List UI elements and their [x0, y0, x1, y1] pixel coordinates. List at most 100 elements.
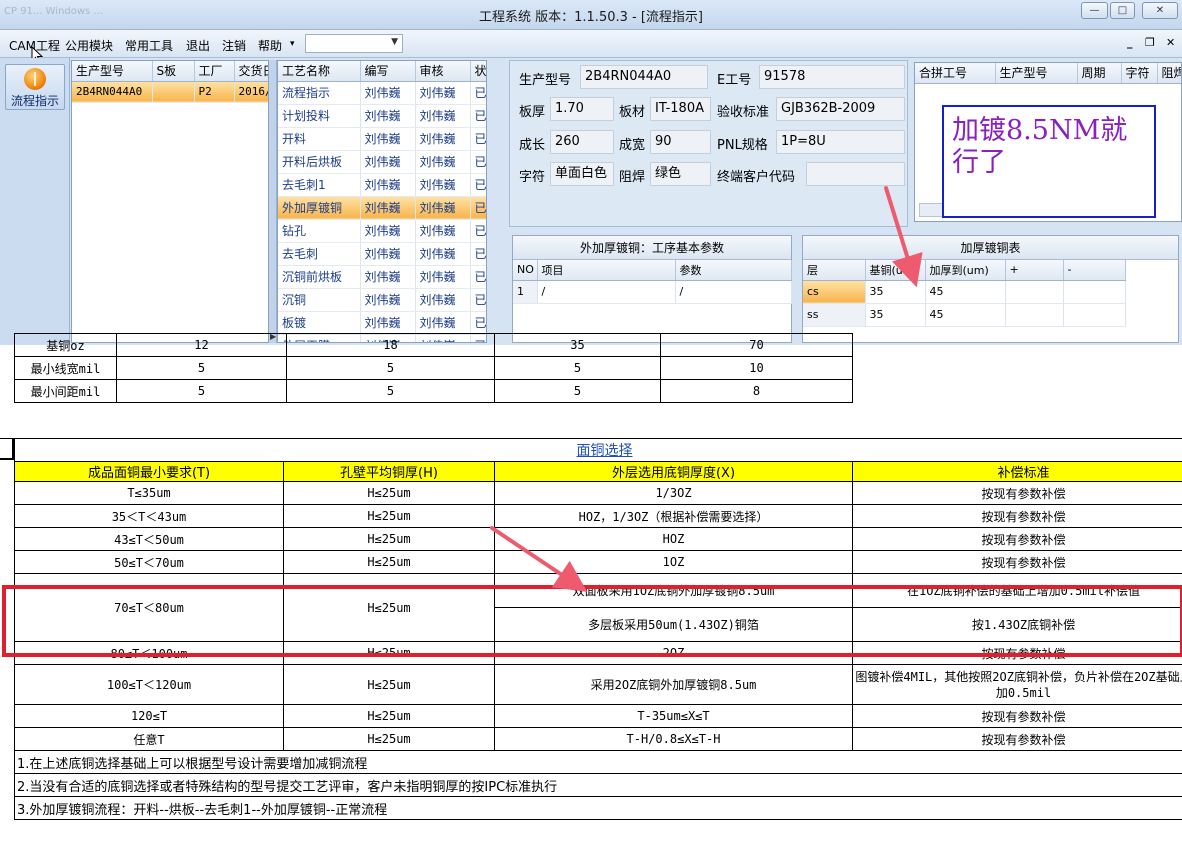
reviewer-cell: 刘伟巍 — [415, 219, 471, 243]
width-field[interactable]: 90 — [650, 130, 711, 154]
col-status[interactable]: 状 — [470, 61, 486, 82]
col-step-name[interactable]: 工艺名称 — [278, 61, 361, 82]
table-row: 基铜oz 12 18 35 70 — [14, 333, 853, 357]
col-base-copper[interactable]: 基铜(um) — [865, 260, 926, 281]
col-combine-silk[interactable]: 字符 — [1121, 63, 1158, 84]
col-product-model[interactable]: 生产型号 — [72, 61, 153, 82]
col-thicken-to[interactable]: 加厚到(um) — [925, 260, 1006, 281]
table-row: T≤35um H≤25um 1/3OZ 按现有参数补偿 — [14, 481, 1182, 505]
param-item-cell: / — [537, 280, 676, 304]
close-icon[interactable]: ✕ — [1142, 2, 1178, 19]
menu-combo-box[interactable]: ▼ — [305, 34, 403, 53]
reviewer-cell: 刘伟巍 — [415, 173, 471, 197]
table-row[interactable]: 去毛刺1 刘伟巍 刘伟巍已 — [278, 173, 486, 197]
table-row[interactable]: 外加厚镀铜 刘伟巍 刘伟巍已 — [278, 196, 486, 220]
chevron-down-icon[interactable]: ▼ — [391, 37, 398, 47]
menu-common-tools[interactable]: 常用工具 — [125, 37, 173, 54]
product-grid: 生产型号 S板 工厂 交货日 2B4RN044A0 P2 2016/ — [71, 60, 269, 343]
param-value-cell: 10 — [660, 356, 853, 380]
mdi-restore-icon[interactable]: ❐ — [1145, 36, 1155, 49]
thick-plating-panel: 加厚镀铜表 层 基铜(um) 加厚到(um) + - cs 35 45 ss 3… — [802, 235, 1179, 343]
compensation-cell: 按现有参数补偿 — [852, 481, 1182, 505]
menu-help[interactable]: 帮助 — [258, 37, 282, 54]
reviewer-cell: 刘伟巍 — [415, 265, 471, 289]
author-cell: 刘伟巍 — [360, 288, 416, 312]
param-value-cell: 5 — [116, 379, 287, 403]
table-row: 43≤T＜50um H≤25um HOZ 按现有参数补偿 — [14, 527, 1182, 551]
material-field[interactable]: IT-180A — [650, 97, 711, 121]
minimize-icon[interactable]: — — [1081, 2, 1108, 19]
col-minus[interactable]: - — [1063, 260, 1126, 281]
length-field[interactable]: 260 — [550, 130, 614, 154]
col-combine-no[interactable]: 合拼工号 — [915, 63, 996, 84]
table-row: 最小线宽mil 5 5 5 10 — [14, 356, 853, 380]
base-copper-cell: HOZ，1/3OZ（根据补偿需要选择） — [494, 504, 853, 528]
silkscreen-field[interactable]: 单面白色 — [550, 162, 614, 186]
col-no[interactable]: NO — [513, 260, 538, 281]
maximize-icon[interactable]: □ — [1110, 2, 1135, 19]
layer-cell: ss — [803, 303, 866, 327]
col-s-board[interactable]: S板 — [152, 61, 195, 82]
length-label: 成长 — [519, 138, 546, 153]
window-title: 工程系统 版本：1.1.50.3 - [流程指示] — [479, 10, 703, 25]
col-combine-mask[interactable]: 阻焊 — [1157, 63, 1181, 84]
thickness-field[interactable]: 1.70 — [550, 97, 614, 121]
table-row[interactable]: ss 35 45 — [803, 303, 1126, 327]
col-item[interactable]: 项目 — [537, 260, 676, 281]
compensation-cell: 按现有参数补偿 — [852, 504, 1182, 528]
reviewer-cell: 刘伟巍 — [415, 127, 471, 151]
reviewer-cell: 刘伟巍 — [415, 81, 471, 105]
base-copper-cell: HOZ — [494, 527, 853, 551]
table-row[interactable]: 计划投料 刘伟巍 刘伟巍已 — [278, 104, 486, 128]
hole-wall-cell: H≤25um — [283, 527, 495, 551]
table-row[interactable]: 流程指示 刘伟巍 刘伟巍已 — [278, 81, 486, 105]
model-field[interactable]: 2B4RN044A0 — [580, 65, 708, 89]
process-indication-button[interactable]: 流程指示 — [5, 64, 65, 110]
col-author[interactable]: 编写 — [360, 61, 416, 82]
splitter-handle[interactable]: ▶ — [269, 60, 277, 343]
table-row[interactable]: 开料后烘板 刘伟巍 刘伟巍已 — [278, 150, 486, 174]
param-name-cell: 最小间距mil — [14, 379, 117, 403]
soldermask-field[interactable]: 绿色 — [650, 162, 711, 186]
note-row: 2.当没有合适的底铜选择或者特殊结构的型号提交工艺评审，客户未指明铜厚的按IPC… — [14, 773, 1182, 797]
col-delivery-date[interactable]: 交货日 — [234, 61, 268, 82]
column-header: 补偿标准 — [852, 461, 1182, 482]
table-row[interactable]: 沉铜前烘板 刘伟巍 刘伟巍已 — [278, 265, 486, 289]
reviewer-cell: 刘伟巍 — [415, 242, 471, 266]
menu-common-module[interactable]: 公用模块 — [65, 37, 113, 54]
thicken-to-cell: 45 — [925, 303, 1006, 327]
menu-logout[interactable]: 注销 — [222, 37, 246, 54]
annotation-text: 加镀8.5NM就行了 — [952, 115, 1128, 178]
customer-code-field[interactable] — [806, 162, 905, 186]
reviewer-cell: 刘伟巍 — [415, 196, 471, 220]
help-chevron-icon[interactable]: ▾ — [290, 39, 295, 49]
col-layer[interactable]: 层 — [803, 260, 866, 281]
step-name-cell: 开料后烘板 — [278, 150, 361, 174]
mdi-close-icon[interactable]: ✕ — [1166, 36, 1175, 49]
col-param[interactable]: 参数 — [675, 260, 792, 281]
table-row: 35＜T＜43um H≤25um HOZ，1/3OZ（根据补偿需要选择） 按现有参数补… — [14, 504, 1182, 528]
status-cell: 已 — [470, 150, 486, 174]
table-row[interactable]: 开料 刘伟巍 刘伟巍已 — [278, 127, 486, 151]
author-cell: 刘伟巍 — [360, 242, 416, 266]
acceptance-field[interactable]: GJB362B-2009 — [776, 97, 905, 121]
col-factory[interactable]: 工厂 — [194, 61, 235, 82]
table-row[interactable]: 1 / / — [513, 280, 792, 304]
table-row[interactable]: 钻孔 刘伟巍 刘伟巍已 — [278, 219, 486, 243]
process-icon — [24, 68, 46, 90]
col-combine-period[interactable]: 周期 — [1077, 63, 1122, 84]
author-cell: 刘伟巍 — [360, 265, 416, 289]
menu-exit[interactable]: 退出 — [186, 37, 210, 54]
col-reviewer[interactable]: 审核 — [415, 61, 471, 82]
mdi-minimize-icon[interactable]: _ — [1127, 36, 1133, 49]
table-row[interactable]: 2B4RN044A0 P2 2016/ — [72, 81, 268, 103]
app-window: CP 91... Windows ... 工程系统 版本：1.1.50.3 - … — [0, 0, 1182, 345]
table-row[interactable]: 沉铜 刘伟巍 刘伟巍已 — [278, 288, 486, 312]
table-row[interactable]: 去毛刺 刘伟巍 刘伟巍已 — [278, 242, 486, 266]
col-plus[interactable]: + — [1005, 260, 1064, 281]
table-row[interactable]: cs 35 45 — [803, 280, 1126, 304]
eno-field[interactable]: 91578 — [759, 65, 905, 89]
col-combine-model[interactable]: 生产型号 — [995, 63, 1078, 84]
table-row[interactable]: 板镀 刘伟巍 刘伟巍已 — [278, 311, 486, 335]
pnl-field[interactable]: 1P=8U — [776, 130, 905, 154]
